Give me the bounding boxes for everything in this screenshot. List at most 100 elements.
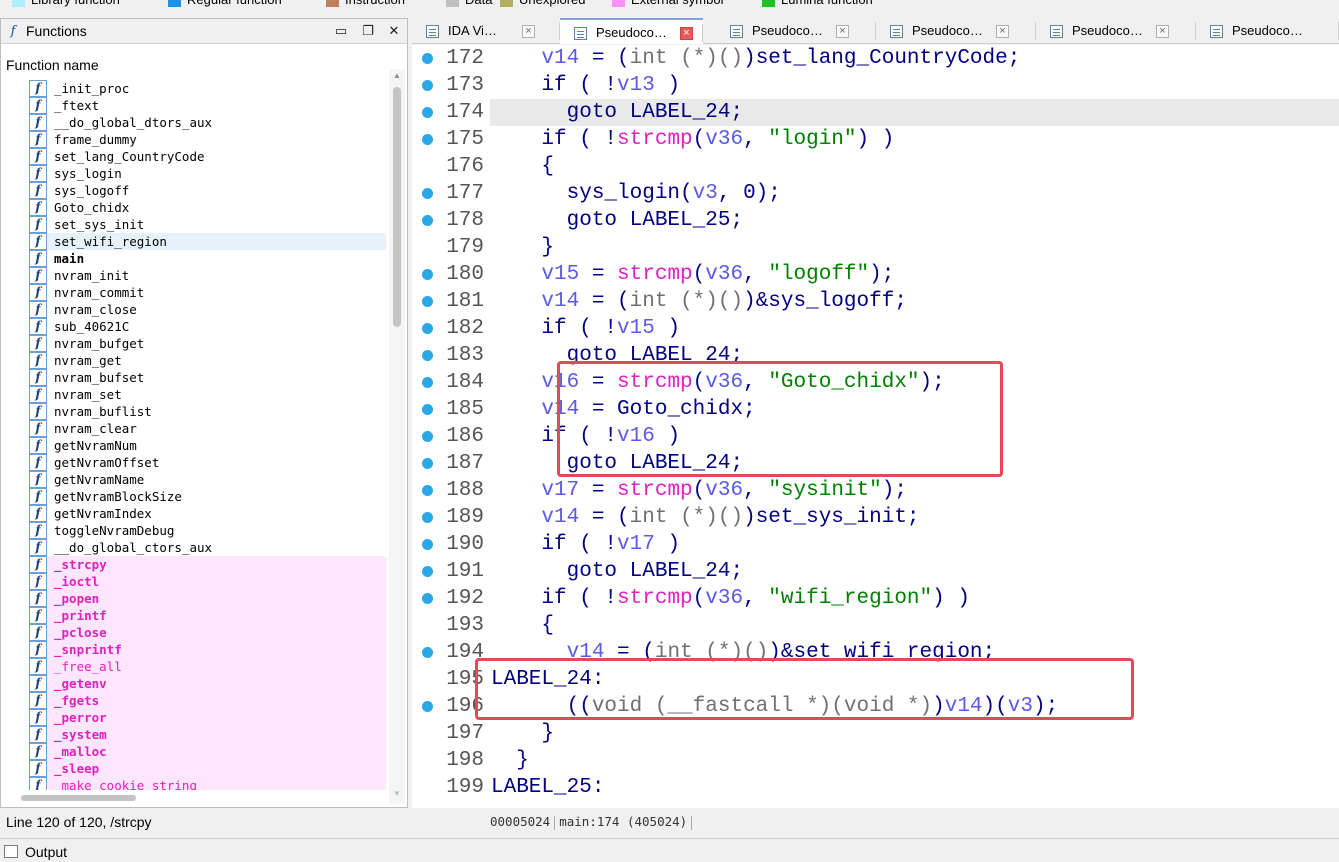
code-line[interactable]: 172 v14 = (int (*)())set_lang_CountryCod…: [412, 45, 1339, 72]
code-text[interactable]: goto LABEL_25;: [491, 207, 743, 234]
breakpoint-dot-icon[interactable]: [422, 431, 433, 442]
breakpoint-dot-icon[interactable]: [422, 296, 433, 307]
code-text[interactable]: v14 = (int (*)())set_sys_init;: [491, 504, 919, 531]
breakpoint-dot-icon[interactable]: [422, 134, 433, 145]
function-list-item[interactable]: f _ftext: [29, 97, 386, 114]
code-text[interactable]: v15 = strcmp(v36, "logoff");: [491, 261, 894, 288]
function-list-item[interactable]: f __do_global_dtors_aux: [29, 114, 386, 131]
code-line[interactable]: 189 v14 = (int (*)())set_sys_init;: [412, 504, 1339, 531]
function-list-item[interactable]: f frame_dummy: [29, 131, 386, 148]
function-list-item[interactable]: f _perror: [29, 709, 386, 726]
function-list-item[interactable]: f nvram_get: [29, 352, 386, 369]
tab-pseudocode-active[interactable]: Pseudoco… ×: [560, 18, 703, 44]
code-line[interactable]: 179 }: [412, 234, 1339, 261]
function-list-item[interactable]: f _strcpy: [29, 556, 386, 573]
code-text[interactable]: sys_login(v3, 0);: [491, 180, 781, 207]
function-list-item[interactable]: f Goto_chidx: [29, 199, 386, 216]
function-list-item[interactable]: f set_sys_init: [29, 216, 386, 233]
function-list-item[interactable]: f _make_cookie_string: [29, 777, 386, 790]
breakpoint-dot-icon[interactable]: [422, 512, 433, 523]
function-list-item[interactable]: f main: [29, 250, 386, 267]
code-text[interactable]: if ( !v15 ): [491, 315, 680, 342]
breakpoint-dot-icon[interactable]: [422, 404, 433, 415]
breakpoint-dot-icon[interactable]: [422, 53, 433, 64]
function-list-item[interactable]: f nvram_close: [29, 301, 386, 318]
code-line[interactable]: 188 v17 = strcmp(v36, "sysinit");: [412, 477, 1339, 504]
function-list-item[interactable]: f _fgets: [29, 692, 386, 709]
tab-close-icon[interactable]: ×: [1156, 25, 1169, 38]
breakpoint-dot-icon[interactable]: [422, 107, 433, 118]
breakpoint-dot-icon[interactable]: [422, 539, 433, 550]
function-list-item[interactable]: f getNvramNum: [29, 437, 386, 454]
code-line[interactable]: 176 {: [412, 153, 1339, 180]
function-list-item[interactable]: f _pclose: [29, 624, 386, 641]
function-list-item[interactable]: f sys_login: [29, 165, 386, 182]
code-text[interactable]: v14 = (int (*)())&sys_logoff;: [491, 288, 907, 315]
function-list-item[interactable]: f nvram_commit: [29, 284, 386, 301]
code-line[interactable]: 198 }: [412, 747, 1339, 774]
function-list-item[interactable]: f _printf: [29, 607, 386, 624]
code-line[interactable]: 175 if ( !strcmp(v36, "login") ): [412, 126, 1339, 153]
pseudocode-view[interactable]: 172 v14 = (int (*)())set_lang_CountryCod…: [412, 45, 1339, 808]
code-text[interactable]: }: [491, 720, 554, 747]
output-panel-bar[interactable]: Output: [0, 838, 1339, 862]
tab-close-icon[interactable]: ×: [522, 25, 535, 38]
code-text[interactable]: {: [491, 153, 554, 180]
breakpoint-dot-icon[interactable]: [422, 647, 433, 658]
code-text[interactable]: if ( !strcmp(v36, "login") ): [491, 126, 894, 153]
tab-close-icon[interactable]: ×: [680, 27, 693, 40]
code-text[interactable]: goto LABEL_24;: [491, 558, 743, 585]
breakpoint-dot-icon[interactable]: [422, 593, 433, 604]
code-line[interactable]: 173 if ( !v13 ): [412, 72, 1339, 99]
breakpoint-dot-icon[interactable]: [422, 269, 433, 280]
function-list-item[interactable]: f _ioctl: [29, 573, 386, 590]
breakpoint-dot-icon[interactable]: [422, 485, 433, 496]
column-header-function-name[interactable]: Function name: [1, 55, 387, 75]
breakpoint-dot-icon[interactable]: [422, 215, 433, 226]
function-list-item[interactable]: f _system: [29, 726, 386, 743]
breakpoint-dot-icon[interactable]: [422, 350, 433, 361]
function-list-item[interactable]: f set_lang_CountryCode: [29, 148, 386, 165]
code-text[interactable]: {: [491, 612, 554, 639]
code-text[interactable]: LABEL_25:: [491, 774, 604, 801]
function-list-item[interactable]: f nvram_bufset: [29, 369, 386, 386]
breakpoint-dot-icon[interactable]: [422, 377, 433, 388]
tab[interactable]: IDA Vi… ×: [412, 18, 560, 44]
function-list-item[interactable]: f sys_logoff: [29, 182, 386, 199]
code-line[interactable]: 177 sys_login(v3, 0);: [412, 180, 1339, 207]
function-list-item[interactable]: f toggleNvramDebug: [29, 522, 386, 539]
float-window-icon[interactable]: ❐: [361, 23, 375, 39]
breakpoint-dot-icon[interactable]: [422, 80, 433, 91]
code-text[interactable]: }: [491, 747, 529, 774]
code-line[interactable]: 197 }: [412, 720, 1339, 747]
function-list-item[interactable]: f _snprintf: [29, 641, 386, 658]
function-list[interactable]: f _init_proc f _ftext f __do_global_dtors_aux…: [29, 80, 386, 790]
function-list-item[interactable]: f _free_all: [29, 658, 386, 675]
function-list-item[interactable]: f getNvramOffset: [29, 454, 386, 471]
code-line[interactable]: 178 goto LABEL_25;: [412, 207, 1339, 234]
output-label[interactable]: Output: [25, 844, 67, 860]
code-line[interactable]: 191 goto LABEL_24;: [412, 558, 1339, 585]
scrollbar-thumb[interactable]: [393, 87, 401, 327]
code-text[interactable]: goto LABEL_24;: [491, 99, 743, 126]
code-line[interactable]: 199 LABEL_25:: [412, 774, 1339, 801]
function-list-item[interactable]: f nvram_set: [29, 386, 386, 403]
function-list-item[interactable]: f nvram_clear: [29, 420, 386, 437]
tab[interactable]: Pseudoco… ×: [876, 18, 1036, 44]
code-line[interactable]: 190 if ( !v17 ): [412, 531, 1339, 558]
code-text[interactable]: if ( !strcmp(v36, "wifi_region") ): [491, 585, 970, 612]
function-list-item[interactable]: f sub_40621C: [29, 318, 386, 335]
close-icon[interactable]: ✕: [387, 23, 401, 39]
code-text[interactable]: if ( !v13 ): [491, 72, 680, 99]
function-list-item[interactable]: f getNvramBlockSize: [29, 488, 386, 505]
minimize-icon[interactable]: ▭: [334, 23, 348, 39]
function-list-item[interactable]: f getNvramIndex: [29, 505, 386, 522]
function-list-item[interactable]: f _popen: [29, 590, 386, 607]
horizontal-scrollbar-thumb[interactable]: [21, 795, 136, 801]
code-text[interactable]: }: [491, 234, 554, 261]
code-text[interactable]: v17 = strcmp(v36, "sysinit");: [491, 477, 907, 504]
code-line[interactable]: 193 {: [412, 612, 1339, 639]
tab-close-icon[interactable]: ×: [996, 25, 1009, 38]
code-text[interactable]: if ( !v17 ): [491, 531, 680, 558]
vertical-scrollbar[interactable]: ▲ ▼: [389, 69, 405, 804]
